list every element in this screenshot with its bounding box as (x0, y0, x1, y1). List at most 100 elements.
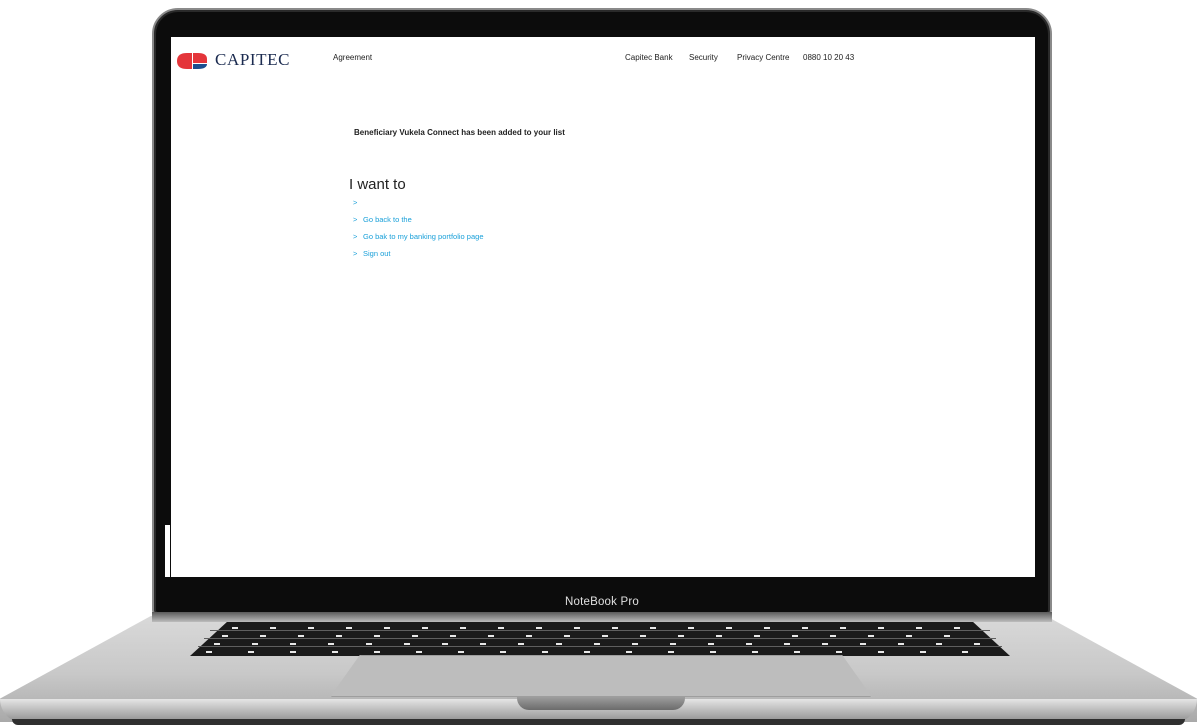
key-icon (716, 635, 722, 637)
action-link-sign-out[interactable]: > Sign out (353, 249, 484, 266)
key-icon (612, 627, 618, 629)
key-icon (536, 627, 542, 629)
key-icon (830, 635, 836, 637)
key-icon (764, 627, 770, 629)
key-icon (422, 627, 428, 629)
key-icon (332, 651, 338, 653)
key-icon (878, 651, 884, 653)
key-icon (404, 643, 410, 645)
chevron-right-icon: > (353, 198, 358, 207)
success-message: Beneficiary Vukela Connect has been adde… (354, 128, 565, 137)
keyboard-row-divider (198, 646, 1002, 647)
key-icon (412, 635, 418, 637)
key-icon (384, 627, 390, 629)
key-icon (746, 643, 752, 645)
key-icon (640, 635, 646, 637)
key-icon (252, 643, 258, 645)
key-icon (346, 627, 352, 629)
trackpad-edge (331, 655, 871, 697)
chevron-right-icon: > (353, 249, 358, 258)
action-link-go-back[interactable]: > Go back to the (353, 215, 484, 232)
key-icon (260, 635, 266, 637)
action-links: > > Go back to the > Go bak to my banking … (353, 198, 484, 266)
key-icon (626, 651, 632, 653)
chevron-right-icon: > (353, 232, 358, 241)
key-icon (374, 635, 380, 637)
nav-agreement-link[interactable]: Agreement (333, 53, 372, 62)
capitec-logo-icon[interactable] (175, 52, 209, 70)
key-icon (458, 651, 464, 653)
key-icon (678, 635, 684, 637)
screen-edge (165, 525, 170, 577)
key-icon (794, 651, 800, 653)
key-icon (802, 627, 808, 629)
key-icon (936, 643, 942, 645)
key-icon (668, 651, 674, 653)
keyboard-row-divider (210, 630, 990, 631)
nav-privacy-centre-link[interactable]: Privacy Centre (737, 53, 803, 62)
laptop-bottom-shadow (12, 719, 1185, 725)
nav-capitec-bank-link[interactable]: Capitec Bank (625, 53, 689, 62)
nav-phone-number[interactable]: 0880 10 20 43 (803, 53, 854, 62)
key-icon (906, 635, 912, 637)
brand-name[interactable]: CAPITEC (215, 50, 290, 70)
laptop-mockup: CAPITEC Agreement Capitec Bank Security … (0, 0, 1197, 727)
key-icon (248, 651, 254, 653)
action-link-empty[interactable]: > (353, 198, 484, 215)
nav-security-link[interactable]: Security (689, 53, 737, 62)
key-icon (460, 627, 466, 629)
key-icon (792, 635, 798, 637)
key-icon (710, 651, 716, 653)
key-icon (688, 627, 694, 629)
key-icon (954, 627, 960, 629)
key-icon (860, 643, 866, 645)
key-icon (222, 635, 228, 637)
laptop-opening-notch (517, 697, 685, 710)
key-icon (480, 643, 486, 645)
laptop-hinge (152, 612, 1052, 622)
key-icon (416, 651, 422, 653)
key-icon (214, 643, 220, 645)
key-icon (488, 635, 494, 637)
keyboard-row-divider (204, 638, 996, 639)
key-icon (836, 651, 842, 653)
key-icon (670, 643, 676, 645)
key-icon (564, 635, 570, 637)
key-icon (518, 643, 524, 645)
top-nav: Capitec Bank Security Privacy Centre 088… (625, 53, 854, 62)
key-icon (542, 651, 548, 653)
key-icon (898, 643, 904, 645)
key-icon (290, 651, 296, 653)
key-icon (784, 643, 790, 645)
action-link-label: Go back to the (363, 215, 412, 224)
key-icon (450, 635, 456, 637)
key-icon (650, 627, 656, 629)
key-icon (232, 627, 238, 629)
key-icon (366, 643, 372, 645)
key-icon (920, 651, 926, 653)
key-icon (290, 643, 296, 645)
key-icon (374, 651, 380, 653)
key-icon (840, 627, 846, 629)
key-icon (916, 627, 922, 629)
chevron-right-icon: > (353, 215, 358, 224)
key-icon (584, 651, 590, 653)
browser-screen: CAPITEC Agreement Capitec Bank Security … (171, 37, 1035, 577)
key-icon (822, 643, 828, 645)
key-icon (708, 643, 714, 645)
key-icon (868, 635, 874, 637)
key-icon (632, 643, 638, 645)
key-icon (328, 643, 334, 645)
key-icon (574, 627, 580, 629)
key-icon (336, 635, 342, 637)
action-link-portfolio[interactable]: > Go bak to my banking portfolio page (353, 232, 484, 249)
key-icon (206, 651, 212, 653)
key-icon (602, 635, 608, 637)
key-icon (944, 635, 950, 637)
key-icon (556, 643, 562, 645)
key-icon (726, 627, 732, 629)
key-icon (308, 627, 314, 629)
key-icon (526, 635, 532, 637)
key-icon (442, 643, 448, 645)
page-heading: I want to (349, 176, 406, 193)
